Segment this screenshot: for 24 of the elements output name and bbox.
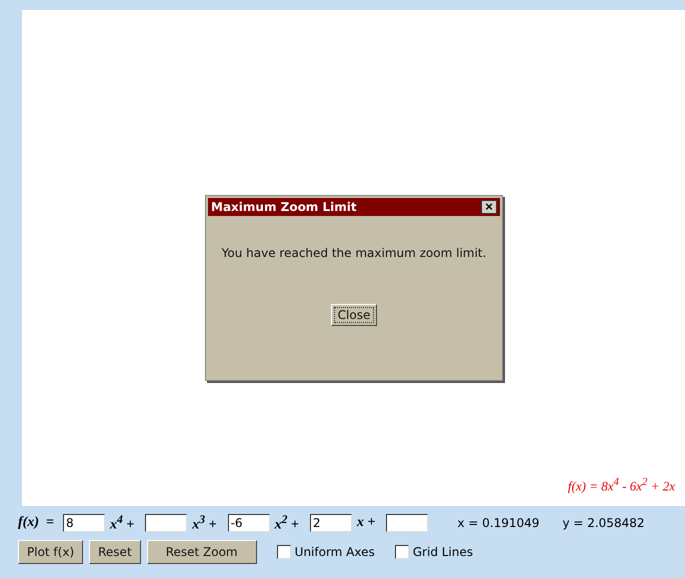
checkbox[interactable] — [276, 545, 291, 559]
coordinate-readout: y = 2.058482 — [562, 516, 644, 530]
toolbar-button[interactable]: Reset Zoom — [146, 540, 257, 564]
toolbar-button[interactable]: Reset — [89, 540, 141, 564]
checkbox-label: Uniform Axes — [294, 545, 375, 559]
function-formula: f(x) = 8x$^{4}$ - 6x$^{2}$ + 2x — [568, 476, 675, 494]
coordinate-readout: x = 0.191049 — [457, 516, 540, 530]
checkbox-label: Grid Lines — [412, 545, 474, 559]
term-label: x$^{2}$ + — [274, 512, 299, 534]
term-label: x + — [356, 515, 376, 531]
function-label: f(x) = — [18, 515, 54, 531]
coefficient-field[interactable]: 8 — [62, 514, 105, 532]
close-button[interactable]: Close — [330, 304, 378, 326]
toolbar-button[interactable]: Plot f(x) — [18, 540, 84, 564]
dialog-message: You have reached the maximum zoom limit. — [222, 246, 486, 260]
term-label: x$^{4}$ + — [110, 512, 134, 534]
close-icon[interactable]: × — [481, 200, 497, 214]
coefficient-field[interactable]: -6 — [228, 514, 270, 532]
dialog-title: Maximum Zoom Limit — [211, 200, 357, 214]
checkbox[interactable] — [394, 545, 409, 559]
coefficient-field[interactable] — [386, 514, 428, 532]
coefficient-field[interactable] — [145, 514, 188, 532]
term-label: x$^{3}$ + — [192, 512, 217, 534]
coefficient-field[interactable]: 2 — [310, 514, 352, 532]
